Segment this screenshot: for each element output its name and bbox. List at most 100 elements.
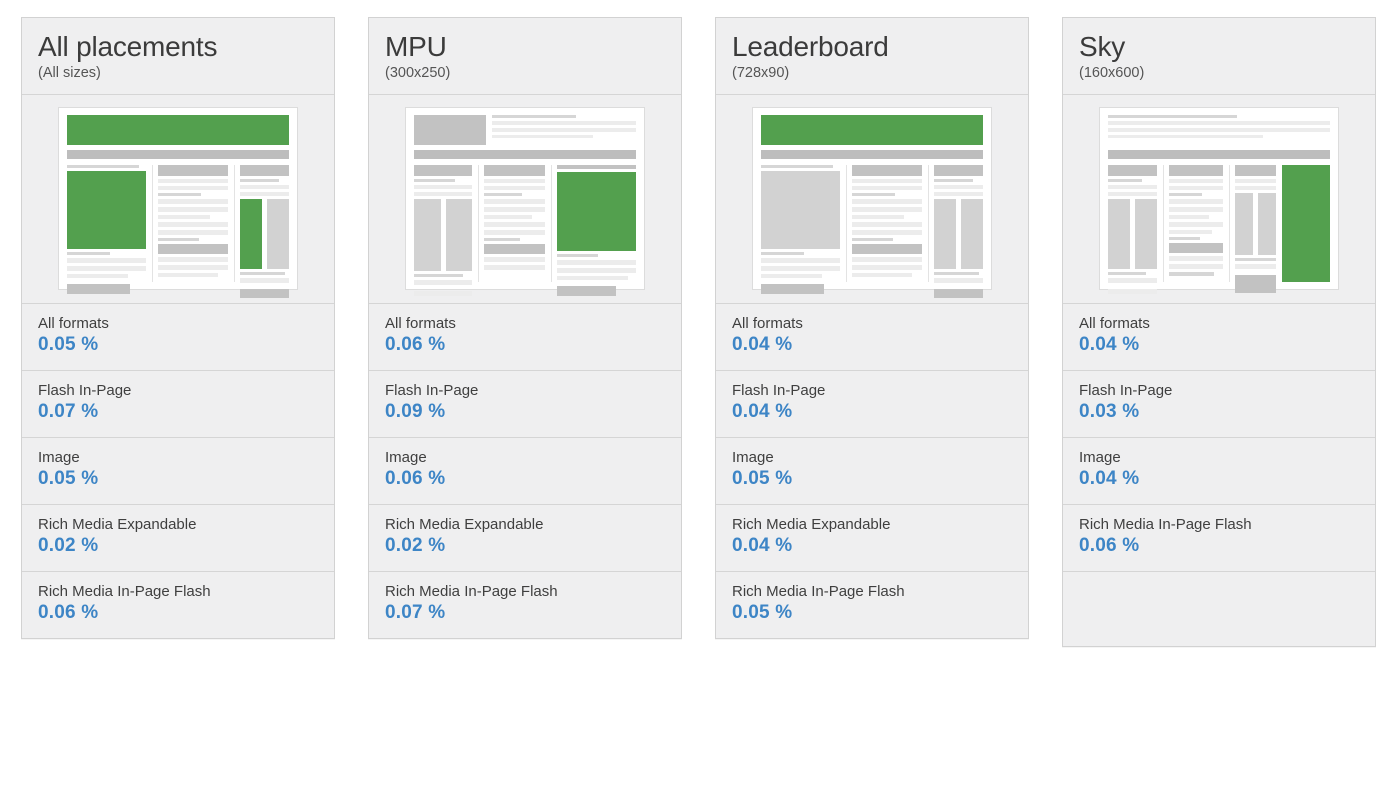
metric-row: Rich Media Expandable0.02 %	[22, 505, 334, 572]
metric-value: 0.05 %	[732, 468, 1014, 491]
thumb-content-block	[158, 193, 202, 196]
thumb-content-block	[484, 179, 545, 183]
thumb-content-block	[1169, 237, 1200, 240]
thumb-content-block	[67, 258, 146, 263]
metric-label: Image	[385, 449, 667, 466]
thumb-content-block	[934, 289, 983, 298]
thumb-content-block	[934, 278, 983, 283]
metric-value: 0.06 %	[1079, 535, 1361, 558]
thumb-content-block	[1235, 186, 1276, 190]
thumb-content-block	[934, 165, 983, 176]
thumb-banner-area	[414, 115, 636, 145]
thumb-content-block	[852, 199, 923, 204]
thumb-side-slots	[1235, 193, 1276, 255]
thumb-content-block	[158, 257, 229, 262]
placement-title: MPU	[385, 32, 667, 62]
thumb-content-block	[158, 244, 229, 254]
thumb-content-block	[158, 179, 229, 183]
thumb-content-block	[1108, 135, 1263, 138]
thumb-content-block	[1169, 207, 1223, 212]
thumb-nav-strip	[1108, 150, 1330, 159]
thumb-content-block	[1169, 230, 1212, 234]
thumb-content-block	[158, 230, 229, 235]
thumb-content-block	[1108, 185, 1157, 189]
placement-thumbnail-area	[716, 95, 1028, 304]
metric-value: 0.06 %	[38, 602, 320, 625]
thumb-content-block	[67, 266, 146, 271]
metric-row: Image0.06 %	[369, 438, 681, 505]
metric-row: Rich Media In-Page Flash0.06 %	[22, 572, 334, 638]
thumb-content-block	[158, 207, 229, 212]
thumb-side-box	[934, 199, 956, 269]
metric-row: Rich Media In-Page Flash0.05 %	[716, 572, 1028, 638]
thumb-columns	[414, 165, 636, 282]
metric-row: Flash In-Page0.09 %	[369, 371, 681, 438]
metric-label: Image	[732, 449, 1014, 466]
thumb-side-box	[1258, 193, 1276, 255]
thumb-column	[414, 165, 472, 282]
thumb-content-block	[1169, 215, 1209, 219]
thumb-content-block	[484, 199, 545, 204]
placement-card[interactable]: All placements(All sizes)All formats0.05…	[21, 17, 335, 639]
thumb-content-block	[414, 165, 472, 176]
thumb-content-block	[158, 199, 229, 204]
thumb-content-block	[1108, 289, 1157, 294]
thumb-content-block	[852, 207, 923, 212]
thumb-content-block	[414, 280, 472, 285]
thumb-content-block	[484, 265, 545, 270]
metric-value: 0.05 %	[732, 602, 1014, 625]
placement-card[interactable]: MPU(300x250)All formats0.06 %Flash In-Pa…	[368, 17, 682, 639]
thumb-content-block	[1108, 192, 1157, 196]
thumb-content-block	[158, 165, 229, 176]
thumb-column	[928, 165, 983, 282]
placement-thumbnail-area	[369, 95, 681, 304]
thumb-content-block	[761, 258, 840, 263]
thumb-content-block	[1235, 179, 1276, 183]
thumb-content-block	[1169, 243, 1223, 253]
metric-value: 0.04 %	[732, 334, 1014, 357]
thumb-content-block	[934, 185, 983, 189]
metric-row: All formats 0.04 %	[716, 304, 1028, 371]
thumb-hero-image	[761, 171, 840, 249]
thumb-content-block	[852, 222, 923, 227]
thumb-mpu-slot	[557, 172, 636, 251]
placement-card[interactable]: Sky(160x600)All formats0.04 %Flash In-Pa…	[1062, 17, 1376, 647]
thumb-content-block	[240, 192, 289, 196]
thumb-content-block	[761, 274, 822, 278]
metric-label: All formats	[732, 315, 1014, 332]
metric-label: Image	[38, 449, 320, 466]
placement-cards-board: All placements(All sizes)All formats0.05…	[0, 0, 1400, 796]
metric-label: All formats	[385, 315, 667, 332]
thumb-content-block	[414, 185, 472, 189]
placement-card[interactable]: Leaderboard(728x90)All formats0.04 %Flas…	[715, 17, 1029, 639]
thumb-content-block	[1108, 179, 1142, 182]
thumb-content-block	[1108, 165, 1157, 176]
thumb-content-block	[1108, 128, 1330, 132]
thumb-content-block	[484, 244, 545, 254]
thumb-column	[1229, 165, 1276, 282]
thumb-content-block	[761, 284, 824, 294]
thumb-content-block	[934, 179, 973, 182]
metric-value: 0.04 %	[732, 535, 1014, 558]
thumb-side-slots	[1108, 199, 1157, 269]
thumb-sky-slot	[1282, 165, 1330, 282]
thumb-content-block	[1169, 264, 1223, 269]
thumb-column	[551, 165, 636, 282]
thumb-side-slots	[414, 199, 472, 271]
metric-label: All formats	[38, 315, 320, 332]
thumb-content-block	[852, 230, 923, 235]
metric-value: 0.04 %	[1079, 468, 1361, 491]
metric-row: Image0.05 %	[22, 438, 334, 505]
metric-value: 0.07 %	[385, 602, 667, 625]
thumb-content-block	[761, 165, 833, 168]
thumb-content-block	[240, 289, 289, 298]
thumb-content-block	[484, 238, 519, 241]
thumbnail-page-mock	[1099, 107, 1339, 290]
thumb-sky-slot	[240, 199, 262, 269]
metric-label: All formats	[1079, 315, 1361, 332]
thumb-side-slots	[240, 199, 289, 269]
thumb-content-block	[414, 291, 472, 296]
thumb-column	[478, 165, 545, 282]
metric-row: Flash In-Page0.04 %	[716, 371, 1028, 438]
thumb-content-block	[484, 193, 522, 196]
